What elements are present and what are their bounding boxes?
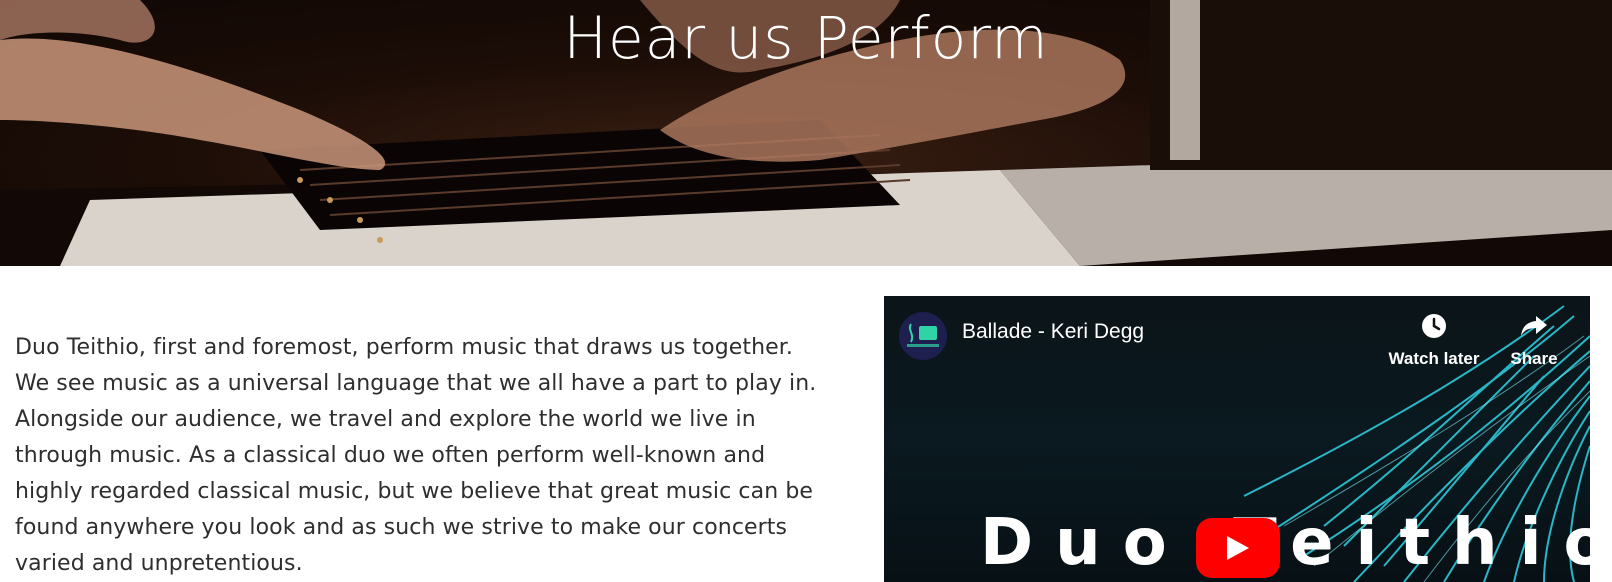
youtube-play-icon [1227, 536, 1249, 560]
youtube-embed[interactable]: Ballade - Keri Degg Watch later Share Du… [884, 296, 1590, 582]
watch-later-label: Watch later [1388, 349, 1480, 368]
channel-avatar[interactable] [899, 312, 947, 360]
watch-later-button[interactable]: Watch later [1384, 312, 1484, 369]
share-button[interactable]: Share [1484, 312, 1584, 369]
duo-teithio-logo-icon [907, 323, 939, 347]
share-label: Share [1510, 349, 1558, 368]
video-title[interactable]: Ballade - Keri Degg [962, 320, 1144, 344]
intro-paragraph: Duo Teithio, first and foremost, perform… [15, 335, 817, 576]
play-button[interactable] [1196, 518, 1280, 578]
hero-banner: Hear us Perform [0, 0, 1612, 266]
page-title: Hear us Perform [563, 4, 1049, 72]
share-arrow-icon [1521, 316, 1547, 336]
clock-icon [1422, 314, 1446, 338]
thumbnail-brand-text: Duo Teithio [980, 506, 1590, 580]
